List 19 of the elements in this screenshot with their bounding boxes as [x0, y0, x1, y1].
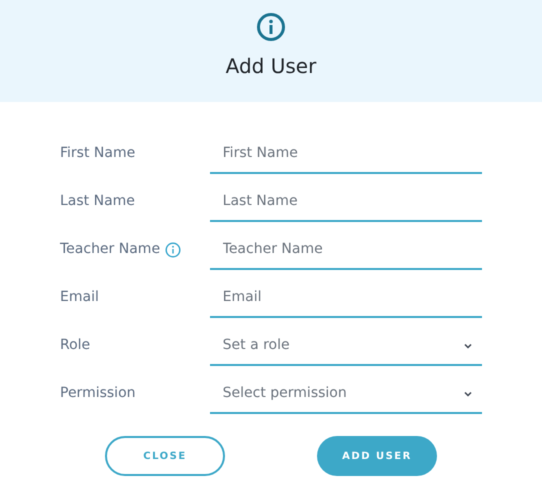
info-icon — [256, 12, 286, 42]
add-user-button[interactable]: ADD USER — [317, 436, 437, 476]
input-field[interactable]: Last Name — [210, 182, 482, 222]
input-field[interactable]: First Name — [210, 134, 482, 174]
field-label: First Name — [60, 144, 136, 163]
input-field[interactable]: Teacher Name — [210, 230, 482, 270]
input-field[interactable]: Email — [210, 278, 482, 318]
close-button[interactable]: CLOSE — [105, 436, 225, 476]
chevron-down-icon — [464, 391, 472, 397]
field-label: Permission — [60, 384, 136, 403]
info-icon[interactable] — [165, 242, 182, 258]
dropdown-field[interactable]: Select permission — [210, 374, 482, 414]
field-label: Last Name — [60, 192, 135, 211]
dialog-title: Add User — [226, 53, 316, 80]
field-label: Email — [60, 288, 99, 307]
field-label: Role — [60, 336, 90, 355]
chevron-down-icon — [464, 343, 472, 349]
field-label: Teacher Name — [60, 240, 160, 259]
dropdown-field[interactable]: Set a role — [210, 326, 482, 366]
